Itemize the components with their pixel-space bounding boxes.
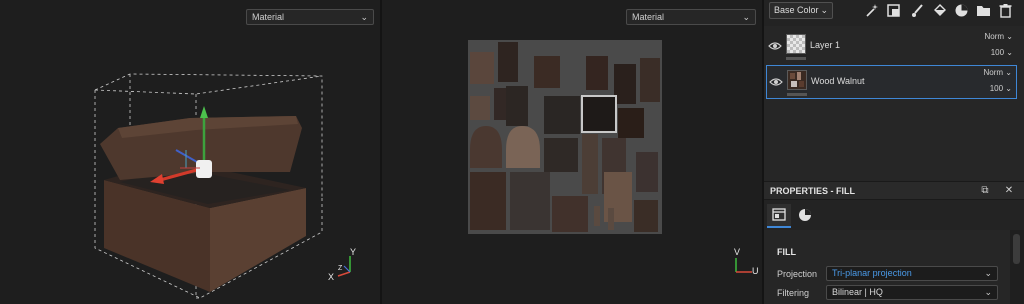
trash-icon[interactable] <box>998 3 1013 18</box>
app-root: Material ⌄ Y X Z Material ⌄ V U Base Col… <box>0 0 1024 304</box>
projection-select[interactable]: Tri-planar projection ⌄ <box>826 266 998 281</box>
tab-fill-settings[interactable] <box>767 204 791 228</box>
chevron-down-icon: ⌄ <box>1006 32 1013 41</box>
chevron-down-icon: ⌄ <box>1006 48 1013 57</box>
section-title: FILL <box>777 247 796 257</box>
blend-mode-value: Norm <box>983 68 1004 77</box>
magic-wand-icon[interactable] <box>864 3 879 18</box>
layers-panel: Base Color ⌄ Layer 1 Norm ⌄ 100 ⌄ Wood W… <box>764 0 1024 304</box>
properties-tabs <box>764 200 1024 230</box>
chevron-down-icon: ⌄ <box>742 12 750 22</box>
filtering-select[interactable]: Bilinear | HQ ⌄ <box>826 285 998 300</box>
properties-header: PROPERTIES - FILL ⧉ ✕ <box>764 182 1024 200</box>
properties-title: PROPERTIES - FILL <box>770 186 856 196</box>
axis-label-u: U <box>752 266 759 276</box>
opacity-select[interactable]: 100 ⌄ <box>991 48 1013 57</box>
blend-mode-value: Norm <box>984 32 1005 41</box>
material-select-2d[interactable]: Material ⌄ <box>626 9 756 25</box>
blend-mode-select[interactable]: Norm ⌄ <box>985 32 1014 41</box>
scrollbar-thumb[interactable] <box>1013 234 1020 264</box>
add-mask-icon[interactable] <box>886 3 901 18</box>
axis-label-z: Z <box>338 265 343 272</box>
viewport-2d[interactable]: Material ⌄ V U <box>382 0 762 304</box>
eye-icon[interactable] <box>769 77 783 87</box>
layer-thumbnail <box>787 70 807 90</box>
material-select-3d[interactable]: Material ⌄ <box>246 9 374 25</box>
material-icon <box>799 209 811 221</box>
layer-name: Wood Walnut <box>811 76 865 86</box>
opacity-value: 100 <box>990 48 1005 57</box>
undock-icon[interactable]: ⧉ <box>978 184 992 198</box>
filtering-value: Bilinear | HQ <box>832 287 883 297</box>
projection-label: Projection <box>777 269 818 279</box>
wood-thumbnail-image <box>788 71 806 89</box>
layer-thumbnail <box>786 34 806 54</box>
close-icon[interactable]: ✕ <box>1002 184 1016 198</box>
layer-stack: Layer 1 Norm ⌄ 100 ⌄ Wood Walnut Norm ⌄ … <box>764 26 1024 181</box>
axis-indicator-2d <box>735 258 752 273</box>
chevron-down-icon: ⌄ <box>1005 68 1012 77</box>
blend-mode-select[interactable]: Norm ⌄ <box>984 68 1013 77</box>
settings-panel-icon <box>772 208 786 221</box>
chevron-down-icon: ⌄ <box>984 268 992 278</box>
viewport-3d[interactable]: Material ⌄ Y X Z <box>0 0 380 304</box>
axis-label-x: X <box>328 272 335 282</box>
uv-texture-view[interactable] <box>382 0 762 304</box>
paint-brush-icon[interactable] <box>910 3 925 18</box>
mask-bar <box>787 93 807 96</box>
eye-icon[interactable] <box>768 41 782 51</box>
chevron-down-icon: ⌄ <box>984 287 992 297</box>
filtering-label: Filtering <box>777 288 810 298</box>
properties-scrollbar[interactable] <box>1010 230 1024 304</box>
axis-label-y: Y <box>350 247 357 257</box>
properties-body: FILL Projection Tri-planar projection ⌄ … <box>764 230 1010 304</box>
axis-label-v: V <box>734 247 741 257</box>
layer-item[interactable]: Layer 1 Norm ⌄ 100 ⌄ <box>766 30 1017 64</box>
layer-name: Layer 1 <box>810 40 841 50</box>
layers-toolbar: Base Color ⌄ <box>764 0 1024 22</box>
folder-icon[interactable] <box>976 3 991 18</box>
projection-value: Tri-planar projection <box>832 268 912 278</box>
3d-scene[interactable] <box>0 0 380 304</box>
chevron-down-icon: ⌄ <box>360 12 368 22</box>
chevron-down-icon: ⌄ <box>1005 84 1012 93</box>
opacity-select[interactable]: 100 ⌄ <box>990 84 1012 93</box>
material-icon[interactable] <box>954 3 969 18</box>
fill-bucket-icon[interactable] <box>932 3 947 18</box>
chevron-down-icon: ⌄ <box>820 5 828 15</box>
mask-bar <box>786 57 806 60</box>
channel-select-label: Base Color <box>774 5 819 15</box>
material-select-label: Material <box>632 12 665 22</box>
material-select-label: Material <box>252 12 285 22</box>
layer-item-selected[interactable]: Wood Walnut Norm ⌄ 100 ⌄ <box>766 65 1017 99</box>
tab-material[interactable] <box>793 204 817 228</box>
channel-select[interactable]: Base Color ⌄ <box>769 2 833 19</box>
opacity-value: 100 <box>989 84 1004 93</box>
